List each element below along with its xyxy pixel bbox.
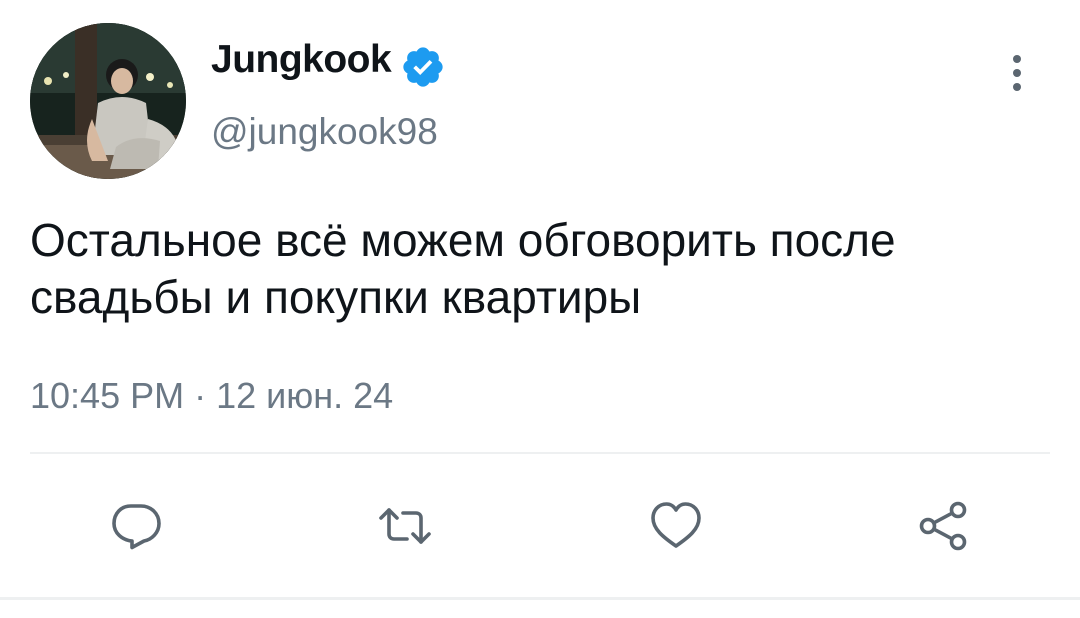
avatar-photo xyxy=(30,23,186,179)
heart-icon xyxy=(651,502,701,548)
divider xyxy=(30,452,1050,454)
share-icon xyxy=(919,501,967,551)
display-name[interactable]: Jungkook xyxy=(211,40,392,79)
avatar[interactable] xyxy=(30,23,186,179)
retweet-icon xyxy=(379,508,431,544)
tweet-timestamp[interactable]: 10:45 PM · 12 июн. 24 xyxy=(30,378,393,414)
tweet-text: Остальное всё можем обговорить после сва… xyxy=(30,214,896,323)
verified-badge-icon xyxy=(403,47,443,87)
user-handle[interactable]: @jungkook98 xyxy=(211,113,438,150)
more-vertical-icon[interactable] xyxy=(1003,55,1031,95)
retweet-button[interactable] xyxy=(377,500,433,552)
reply-icon xyxy=(112,504,161,550)
bottom-divider xyxy=(0,597,1080,600)
share-button[interactable] xyxy=(916,500,972,552)
like-button[interactable] xyxy=(648,500,704,552)
reply-button[interactable] xyxy=(108,500,164,552)
